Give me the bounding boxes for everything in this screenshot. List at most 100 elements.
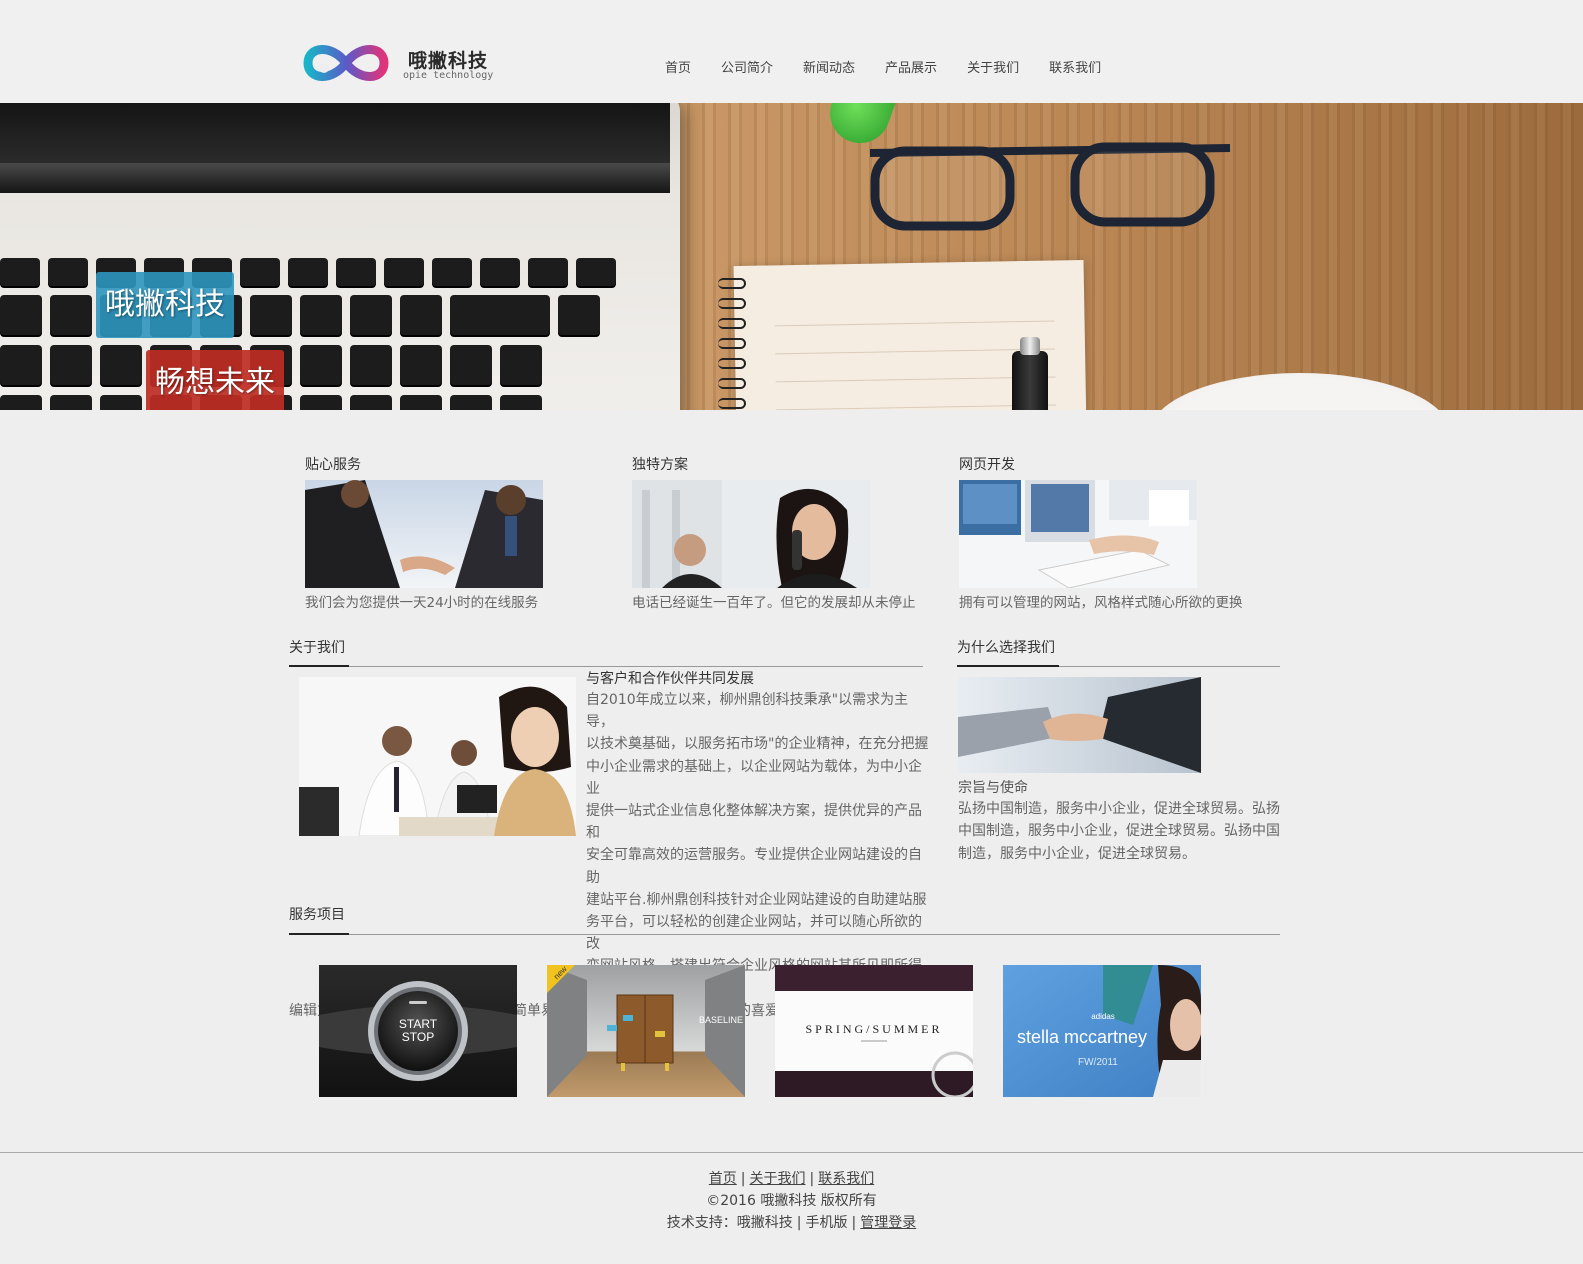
- divider: [289, 934, 1280, 935]
- glasses-image: [869, 142, 1231, 231]
- nav-news[interactable]: 新闻动态: [788, 60, 870, 78]
- main-nav: 首页 公司简介 新闻动态 产品展示 关于我们 联系我们: [650, 60, 1116, 78]
- keyboard-key: [400, 295, 442, 335]
- separator: |: [851, 1215, 857, 1231]
- footer-copyright: ©2016 哦撇科技 版权所有: [706, 1193, 877, 1209]
- keyboard-key: [300, 295, 342, 335]
- site-header: 哦撇科技 opie technology 首页 公司简介 新闻动态 产品展示 关…: [0, 0, 1583, 104]
- about-line: 以技术奠基础，以服务拓市场"的企业精神，在充分把握: [586, 736, 929, 753]
- fw2011-label: FW/2011: [1078, 1057, 1118, 1068]
- keyboard-key: [450, 295, 550, 335]
- stop-label: STOP: [402, 1030, 434, 1044]
- service-item-spring-summer[interactable]: SPRING/SUMMER: [775, 965, 973, 1097]
- keyboard-key: [0, 295, 42, 335]
- baseline-label: BASELINE: [699, 1015, 743, 1025]
- notebook-rings-image: [718, 278, 750, 409]
- feature-desc: 拥有可以管理的网站，风格样式随心所欲的更换: [959, 595, 1243, 611]
- service-item-start-stop[interactable]: START STOP: [319, 965, 517, 1097]
- brand-name: 哦撇科技: [408, 50, 489, 72]
- admin-login-link[interactable]: 管理登录: [860, 1215, 916, 1231]
- keyboard-key: [50, 345, 92, 385]
- separator: |: [809, 1171, 815, 1187]
- keyboard-key: [0, 345, 42, 385]
- keyboard-key: [336, 258, 376, 286]
- service-item-stella-mccartney[interactable]: adidas stella mccartney FW/2011: [1003, 965, 1201, 1097]
- nav-contact[interactable]: 联系我们: [1034, 60, 1116, 78]
- divider-accent: [289, 933, 349, 935]
- keyboard-key: [558, 295, 600, 335]
- divider-accent: [289, 665, 349, 667]
- handshake-image[interactable]: [305, 480, 543, 588]
- feature-desc: 我们会为您提供一天24小时的在线服务: [305, 595, 539, 611]
- feature-title: 贴心服务: [305, 457, 361, 473]
- keyboard-key: [480, 258, 520, 286]
- feature-title: 网页开发: [959, 457, 1015, 473]
- keyboard-key: [0, 395, 42, 410]
- footer-link-home[interactable]: 首页: [709, 1171, 737, 1187]
- nav-company[interactable]: 公司简介: [706, 60, 788, 78]
- about-line: 提供一站式企业信息化整体解决方案，提供优异的产品和: [586, 803, 922, 842]
- keyboard-key: [250, 295, 292, 335]
- keyboard-key: [300, 395, 342, 410]
- banner-tag-brand: 哦撇科技: [96, 272, 234, 338]
- keyboard-key: [350, 345, 392, 385]
- why-heading: 宗旨与使命: [958, 780, 1028, 796]
- keyboard-key: [350, 395, 392, 410]
- pen-image: [1012, 337, 1048, 410]
- footer-link-contact[interactable]: 联系我们: [818, 1171, 874, 1187]
- keyboard-key: [48, 258, 88, 286]
- keyboard-key: [500, 395, 542, 410]
- keyboard-key: [100, 345, 142, 385]
- nav-about[interactable]: 关于我们: [952, 60, 1034, 78]
- keyboard-key: [528, 258, 568, 286]
- keyboard-key: [400, 395, 442, 410]
- footer-divider: [0, 1152, 1583, 1153]
- keyboard-key: [432, 258, 472, 286]
- divider: [289, 666, 923, 667]
- keyboard-key: [300, 345, 342, 385]
- support-name: 哦撇科技: [736, 1215, 793, 1231]
- keyboard-key: [450, 345, 492, 385]
- about-heading: 与客户和合作伙伴共同发展: [586, 671, 754, 687]
- keyboard-key: [50, 295, 92, 335]
- why-handshake-image: [958, 677, 1201, 773]
- why-section-title: 为什么选择我们: [957, 640, 1055, 656]
- footer-support: 技术支持：哦撇科技 | 手机版 | 管理登录: [0, 1212, 1583, 1234]
- keyboard-key: [450, 395, 492, 410]
- why-text: 弘扬中国制造，服务中小企业，促进全球贸易。弘扬中国制造，服务中小企业，促进全球贸…: [958, 801, 1280, 862]
- keyboard-key: [500, 345, 542, 385]
- feature-card: 独特方案 电话已经诞生一百年了。但它的发展却从未停止: [632, 456, 932, 612]
- feature-desc: 电话已经诞生一百年了。但它的发展却从未停止: [632, 595, 916, 611]
- web-development-image[interactable]: [959, 480, 1197, 588]
- site-footer: 首页 | 关于我们 | 联系我们 ©2016 哦撇科技 版权所有 技术支持：哦撇科技 | 手…: [0, 1168, 1583, 1234]
- about-section-title: 关于我们: [289, 640, 345, 656]
- divider-accent: [957, 665, 1059, 667]
- about-line: 建站平台.柳州鼎创科技针对企业网站建设的自助建站服: [586, 891, 927, 908]
- nav-home[interactable]: 首页: [650, 60, 706, 78]
- keyboard-key: [288, 258, 328, 286]
- nav-products[interactable]: 产品展示: [870, 60, 952, 78]
- keyboard-key: [350, 295, 392, 335]
- keyboard-key: [240, 258, 280, 286]
- about-line: 自2010年成立以来，柳州鼎创科技秉承"以需求为主导，: [586, 692, 909, 731]
- infinity-logo-icon: [303, 45, 389, 81]
- keyboard-key: [400, 345, 442, 385]
- mobile-version: 手机版: [805, 1215, 848, 1231]
- footer-link-about[interactable]: 关于我们: [750, 1171, 806, 1187]
- about-line: 安全可靠高效的运营服务。专业提供企业网站建设的自助: [586, 847, 922, 886]
- keyboard-key: [384, 258, 424, 286]
- footer-links: 首页 | 关于我们 | 联系我们: [0, 1168, 1583, 1190]
- spring-summer-label: SPRING/SUMMER: [805, 1022, 942, 1036]
- feature-title: 独特方案: [632, 457, 688, 473]
- banner-tag-slogan: 畅想未来: [146, 350, 284, 410]
- site-logo[interactable]: 哦撇科技 opie technology: [302, 38, 502, 88]
- keyboard-key: [0, 258, 40, 286]
- about-line: 中小企业需求的基础上，以企业网站为载体，为中小企业: [586, 758, 922, 797]
- brand-subtitle: opie technology: [403, 70, 494, 81]
- phone-service-image[interactable]: [632, 480, 870, 588]
- laptop-screen-image: [0, 103, 670, 163]
- service-item-baseline[interactable]: new BASELINE: [547, 965, 745, 1097]
- adidas-label: adidas: [1091, 1012, 1115, 1021]
- keyboard-key: [100, 395, 142, 410]
- keyboard-key: [50, 395, 92, 410]
